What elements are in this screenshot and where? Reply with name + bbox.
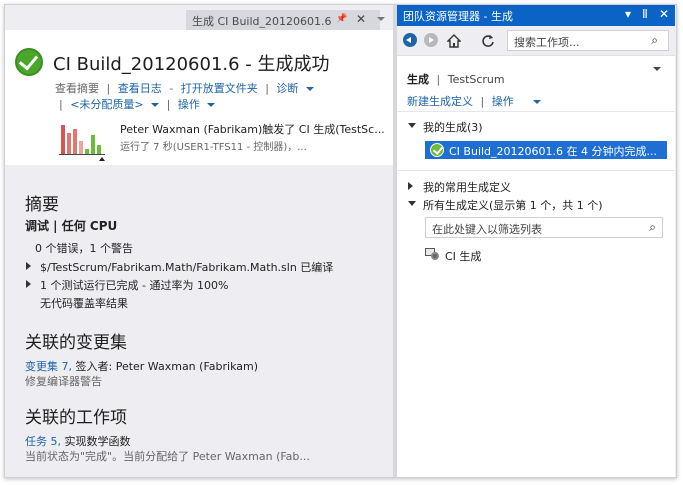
document-content: CI Build_20120601.6 - 生成成功 查看摘要 | 查看日志 -… bbox=[5, 30, 394, 477]
current-build-marker bbox=[99, 157, 105, 161]
document-tab-bar: 生成 CI Build_20120601.6 📌 ✕ bbox=[5, 5, 394, 30]
history-bar[interactable] bbox=[73, 129, 77, 155]
action-links-row-2: | <未分配质量> | 操作 bbox=[55, 97, 385, 113]
separator: | bbox=[106, 82, 111, 95]
chevron-down-icon[interactable] bbox=[151, 103, 160, 107]
filter-placeholder: 在此处键入以筛选列表 bbox=[432, 223, 542, 236]
build-definition-item[interactable]: CI 生成 bbox=[445, 248, 481, 264]
view-summary-link[interactable]: 查看摘要 bbox=[55, 82, 99, 95]
my-builds-label[interactable]: 我的生成(3) bbox=[423, 119, 483, 135]
section-divider bbox=[5, 165, 394, 175]
close-icon[interactable]: ✕ bbox=[659, 7, 669, 21]
success-icon bbox=[15, 48, 43, 76]
project-name[interactable]: TestScrum bbox=[448, 73, 505, 86]
open-drop-folder-link[interactable]: 打开放置文件夹 bbox=[181, 82, 258, 95]
separator: | bbox=[265, 82, 269, 95]
search-placeholder: 搜索工作项... bbox=[514, 36, 580, 49]
changeset-comment: 修复编译器警告 bbox=[25, 375, 102, 388]
history-bar[interactable] bbox=[61, 125, 65, 155]
team-explorer-titlebar: 团队资源管理器 - 生成 ▾ Ⅱ ✕ bbox=[397, 5, 675, 26]
pin-icon[interactable]: Ⅱ bbox=[642, 7, 648, 21]
trigger-info: Peter Waxman (Fabrikam)触发了 CI 生成(TestSc.… bbox=[120, 123, 385, 136]
chart-baseline bbox=[59, 154, 105, 155]
changeset-link[interactable]: 变更集 7, bbox=[25, 360, 72, 373]
actions-dropdown[interactable]: 操作 bbox=[178, 98, 200, 111]
run-info: 运行了 7 秒(USER1-TFS11 - 控制器)，... bbox=[120, 142, 307, 153]
quality-dropdown[interactable]: <未分配质量> bbox=[70, 98, 143, 111]
workitem-status: 当前状态为"完成"。当前分配给了 Peter Waxman (Fab... bbox=[25, 450, 310, 463]
chevron-down-icon[interactable] bbox=[305, 87, 314, 91]
separator: - bbox=[169, 82, 174, 95]
separator: | bbox=[436, 73, 441, 86]
expand-icon[interactable] bbox=[26, 280, 31, 288]
divider bbox=[397, 170, 675, 171]
my-build-item-selected[interactable]: CI Build_20120601.6 在 4 分钟内完成... bbox=[425, 141, 667, 159]
team-explorer-pane: 团队资源管理器 - 生成 ▾ Ⅱ ✕ 搜索工作项... ⌕ 生成 | TestS… bbox=[397, 5, 675, 477]
compile-result: $/TestScrum/Fabrikam.Math/Fabrikam.Math.… bbox=[40, 261, 334, 274]
search-icon[interactable]: ⌕ bbox=[651, 33, 658, 48]
chevron-down-icon[interactable] bbox=[207, 103, 216, 107]
workitem-entry: 任务 5, 实现数学函数 bbox=[25, 433, 131, 449]
diagnostics-link[interactable]: 诊断 bbox=[276, 82, 298, 95]
action-links-row-1: 查看摘要 | 查看日志 - 打开放置文件夹 | 诊断 bbox=[55, 81, 385, 97]
changeset-entry: 变更集 7, 签入者: Peter Waxman (Fabrikam) bbox=[25, 358, 258, 374]
history-bar[interactable] bbox=[91, 135, 95, 155]
my-build-item-label: CI Build_20120601.6 在 4 分钟内完成... bbox=[449, 145, 657, 158]
history-bar[interactable] bbox=[67, 133, 71, 155]
workitem-name: 实现数学函数 bbox=[61, 435, 131, 448]
builds-panel-heading: 生成 | TestScrum bbox=[407, 71, 505, 87]
back-icon[interactable] bbox=[403, 33, 417, 47]
document-tab[interactable]: 生成 CI Build_20120601.6 📌 ✕ bbox=[186, 10, 380, 30]
document-tab-title: 生成 CI Build_20120601.6 bbox=[192, 15, 332, 28]
build-title: CI Build_20120601.6 - 生成成功 bbox=[53, 54, 330, 75]
forward-icon[interactable] bbox=[424, 33, 438, 47]
changesets-title: 关联的变更集 bbox=[25, 333, 127, 353]
collapse-icon[interactable] bbox=[408, 201, 416, 206]
home-icon[interactable] bbox=[446, 33, 462, 48]
error-count: 0 个错误，1 个警告 bbox=[35, 242, 133, 255]
build-definition-icon bbox=[425, 248, 439, 260]
coverage-result: 无代码覆盖率结果 bbox=[40, 297, 128, 310]
workitems-title: 关联的工作项 bbox=[25, 408, 127, 428]
filter-definitions-input[interactable]: 在此处键入以筛选列表 ⌕ bbox=[425, 217, 663, 238]
favorite-definitions-label[interactable]: 我的常用生成定义 bbox=[423, 179, 511, 195]
panel-heading-title: 生成 bbox=[407, 73, 429, 86]
team-explorer-title: 团队资源管理器 - 生成 bbox=[403, 10, 513, 23]
build-header: CI Build_20120601.6 - 生成成功 查看摘要 | 查看日志 -… bbox=[5, 30, 394, 165]
separator: | bbox=[166, 98, 171, 111]
close-icon[interactable]: ✕ bbox=[356, 12, 366, 26]
tab-dropdown-icon[interactable] bbox=[377, 17, 385, 21]
changeset-checkin: 签入者: Peter Waxman (Fabrikam) bbox=[72, 360, 258, 373]
build-history-chart bbox=[59, 117, 105, 161]
expand-icon[interactable] bbox=[26, 262, 31, 270]
workitem-link[interactable]: 任务 5, bbox=[25, 435, 61, 448]
chevron-down-icon[interactable] bbox=[533, 100, 542, 104]
pin-icon[interactable]: 📌 bbox=[336, 14, 348, 26]
chevron-down-icon[interactable] bbox=[653, 67, 661, 71]
refresh-icon[interactable] bbox=[481, 33, 495, 47]
summary-title: 摘要 bbox=[25, 195, 59, 215]
new-build-definition-link[interactable]: 新建生成定义 bbox=[407, 95, 473, 108]
search-workitems-input[interactable]: 搜索工作项... ⌕ bbox=[507, 30, 669, 51]
view-log-link[interactable]: 查看日志 bbox=[118, 82, 162, 95]
test-result: 1 个测试运行已完成 - 通过率为 100% bbox=[40, 279, 229, 292]
divider bbox=[397, 111, 675, 112]
success-icon bbox=[430, 143, 444, 157]
expand-icon[interactable] bbox=[408, 182, 413, 190]
action-links: 查看摘要 | 查看日志 - 打开放置文件夹 | 诊断 | <未分配质量> | 操… bbox=[55, 81, 385, 113]
search-icon[interactable]: ⌕ bbox=[649, 220, 656, 235]
build-details-pane: 生成 CI Build_20120601.6 📌 ✕ CI Build_2012… bbox=[5, 5, 394, 477]
panel-links: 新建生成定义 | 操作 bbox=[407, 93, 542, 109]
window-menu-icon[interactable]: ▾ bbox=[625, 7, 631, 21]
history-bar[interactable] bbox=[79, 141, 83, 155]
collapse-icon[interactable] bbox=[408, 123, 416, 128]
team-explorer-toolbar: 搜索工作项... ⌕ bbox=[397, 26, 675, 56]
separator: | bbox=[480, 95, 485, 108]
configuration-label: 调试 | 任何 CPU bbox=[25, 219, 118, 233]
build-definition-icon-gear bbox=[431, 252, 439, 260]
all-definitions-label[interactable]: 所有生成定义(显示第 1 个，共 1 个) bbox=[423, 197, 603, 213]
actions-link[interactable]: 操作 bbox=[492, 95, 514, 108]
separator: | bbox=[59, 98, 63, 111]
